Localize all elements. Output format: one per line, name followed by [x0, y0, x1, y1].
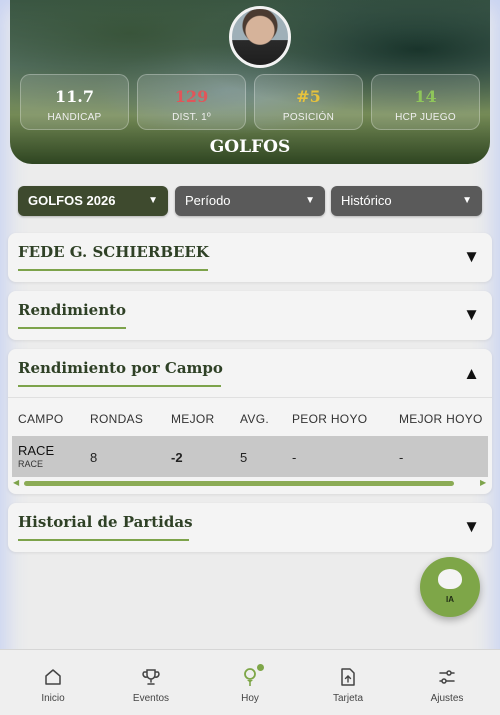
- course-name: RACE: [18, 443, 55, 458]
- card-title: Rendimiento por Campo: [18, 359, 223, 377]
- card-title: Rendimiento: [18, 301, 127, 319]
- scorecard-icon: [341, 668, 355, 686]
- history-select-value: Histórico: [341, 193, 392, 208]
- sliders-icon: [439, 670, 455, 684]
- stat-value: 14: [414, 87, 437, 106]
- golf-ball-icon: [438, 569, 462, 589]
- divider: [8, 397, 492, 398]
- player-name: FEDE G. SCHIERBEEK: [18, 243, 209, 261]
- chevron-down-icon: ▼: [462, 195, 472, 206]
- club-name: GOLFOS: [209, 137, 291, 157]
- column-header: AVG.: [240, 412, 269, 426]
- history-select[interactable]: Histórico ▼: [331, 186, 482, 216]
- ai-assistant-button[interactable]: IA: [420, 557, 480, 617]
- title-underline: [18, 327, 126, 329]
- nav-label: Ajustes: [430, 693, 464, 704]
- nav-item-tarjeta[interactable]: Tarjeta: [298, 650, 398, 715]
- profile-header: 11.7 HANDICAP 129 DIST. 1º #5 POSICIÓN 1…: [10, 0, 490, 164]
- column-header: MEJOR: [171, 412, 215, 426]
- nav-item-ajustes[interactable]: Ajustes: [397, 650, 497, 715]
- nav-label: Eventos: [132, 693, 170, 704]
- avg-value: 5: [240, 450, 248, 465]
- title-underline: [18, 539, 189, 541]
- rounds-value: 8: [90, 450, 98, 465]
- chevron-down-icon[interactable]: ▼: [463, 247, 480, 267]
- chevron-up-icon[interactable]: ▲: [463, 364, 480, 384]
- best-value: -2: [171, 450, 183, 465]
- course-subname: RACE: [18, 459, 44, 469]
- stat-value: 129: [174, 87, 209, 106]
- stat-handicap: 11.7 HANDICAP: [20, 74, 129, 130]
- stat-label: DIST. 1º: [172, 112, 211, 123]
- scroll-left-icon[interactable]: ◀: [13, 478, 19, 487]
- table-row[interactable]: RACE RACE 8 -2 5 - -: [12, 436, 488, 477]
- stat-label: POSICIÓN: [282, 112, 335, 123]
- period-select[interactable]: Período ▼: [175, 186, 325, 216]
- scroll-right-icon[interactable]: ▶: [480, 478, 486, 487]
- nav-item-inicio[interactable]: Inicio: [3, 650, 103, 715]
- worst-hole-value: -: [292, 450, 297, 465]
- stat-distance: 129 DIST. 1º: [137, 74, 246, 130]
- nav-label: Tarjeta: [332, 693, 363, 704]
- column-header: PEOR HOYO: [292, 412, 368, 426]
- bottom-navigation: Inicio Eventos Hoy Tarjeta Ajustes: [0, 649, 500, 715]
- nav-label: Hoy: [241, 693, 259, 704]
- stat-label: HCP JUEGO: [395, 112, 456, 123]
- column-header: CAMPO: [18, 412, 64, 426]
- stat-value: 11.7: [55, 87, 94, 106]
- horizontal-scrollbar[interactable]: [24, 481, 454, 486]
- stat-playing-handicap: 14 HCP JUEGO: [371, 74, 480, 130]
- table-header: CAMPO RONDAS MEJOR AVG. PEOR HOYO MEJOR …: [10, 412, 490, 432]
- stat-position: #5 POSICIÓN: [254, 74, 363, 130]
- app-frame: 11.7 HANDICAP 129 DIST. 1º #5 POSICIÓN 1…: [0, 0, 500, 715]
- nav-item-hoy[interactable]: Hoy: [200, 650, 300, 715]
- match-history-card[interactable]: Historial de Partidas ▼: [8, 503, 492, 552]
- avatar[interactable]: [229, 6, 291, 68]
- nav-label: Inicio: [41, 693, 65, 704]
- stat-value: #5: [296, 87, 321, 106]
- chevron-down-icon: ▼: [305, 195, 315, 206]
- chevron-down-icon[interactable]: ▼: [463, 305, 480, 325]
- title-underline: [18, 269, 208, 271]
- player-card[interactable]: FEDE G. SCHIERBEEK ▼: [8, 233, 492, 282]
- period-select-value: Período: [185, 193, 231, 208]
- stat-label: HANDICAP: [47, 112, 102, 123]
- title-underline: [18, 385, 221, 387]
- nav-item-eventos[interactable]: Eventos: [101, 650, 201, 715]
- trophy-icon: [142, 669, 160, 685]
- ai-label: IA: [446, 595, 454, 604]
- performance-card[interactable]: Rendimiento ▼: [8, 291, 492, 340]
- column-header: MEJOR HOYO: [399, 412, 483, 426]
- chevron-down-icon: ▼: [148, 195, 158, 206]
- column-header: RONDAS: [90, 412, 144, 426]
- group-select-value: GOLFOS 2026: [28, 193, 116, 208]
- home-icon: [45, 669, 61, 685]
- best-hole-value: -: [399, 450, 404, 465]
- group-select[interactable]: GOLFOS 2026 ▼: [18, 186, 168, 216]
- notification-dot: [256, 663, 265, 672]
- chevron-down-icon[interactable]: ▼: [463, 517, 480, 537]
- card-title: Historial de Partidas: [18, 513, 193, 531]
